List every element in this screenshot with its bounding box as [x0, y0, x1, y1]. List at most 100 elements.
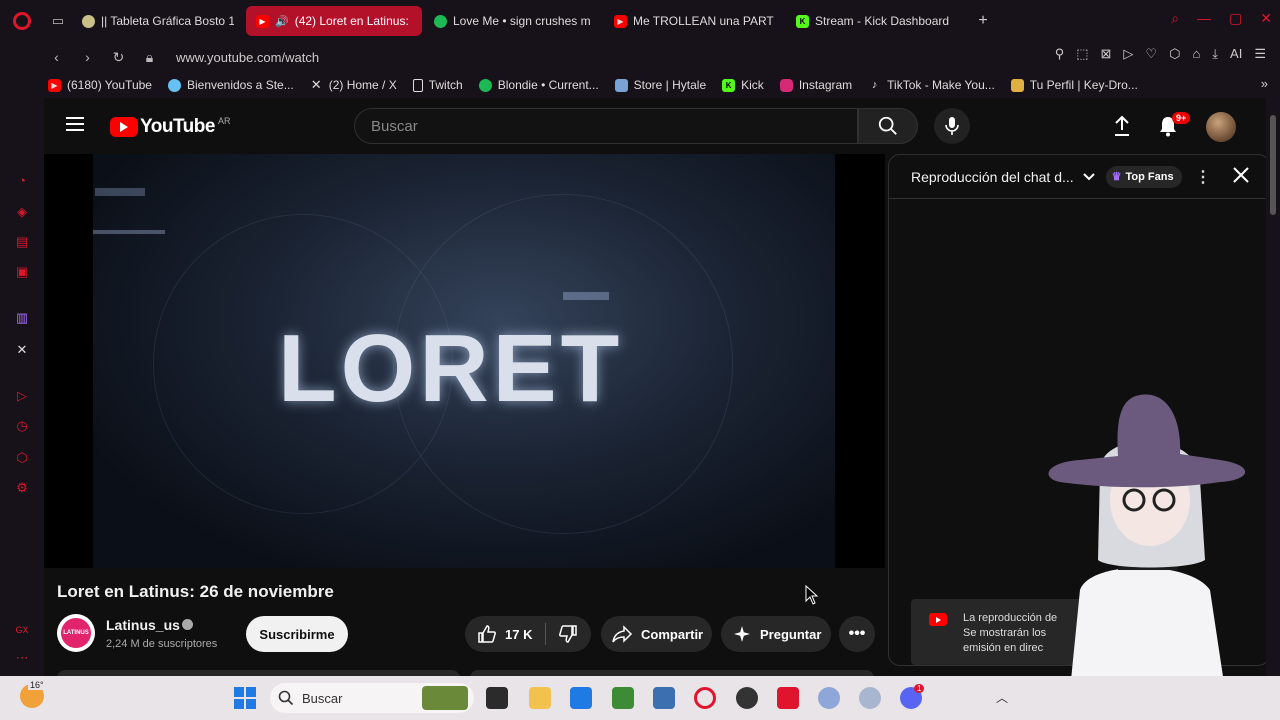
photos-icon[interactable] [653, 687, 675, 709]
youtube-icon: ▶ [48, 78, 61, 92]
chevron-down-icon[interactable] [1082, 172, 1096, 182]
temperature: 16° [28, 680, 46, 690]
app-icon[interactable] [859, 687, 881, 709]
bookmark-keydrop[interactable]: Tu Perfil | Key-Dro... [1010, 78, 1138, 92]
more-actions-button[interactable]: ••• [839, 616, 875, 652]
glitch-block [563, 292, 609, 300]
play-icon[interactable]: ▷ [1123, 46, 1133, 62]
bookmarks-overflow-icon[interactable]: » [1261, 76, 1268, 91]
youtube-logo[interactable]: YouTube AR [110, 116, 230, 138]
messenger-icon[interactable]: ▤ [14, 234, 30, 250]
channel-name[interactable]: Latinus_us [106, 617, 180, 633]
download-icon[interactable]: ⤓ [1212, 46, 1218, 62]
taskbar-search[interactable]: Buscar [270, 683, 474, 713]
bookmark-label: Tu Perfil | Key-Dro... [1029, 78, 1138, 92]
microsoft-store-icon[interactable] [570, 687, 592, 709]
tab-youtube-trollean[interactable]: ▶ Me TROLLEAN una PARTII [604, 6, 784, 36]
tab-tableta[interactable]: || Tableta Gráfica Bosto 12 [72, 6, 244, 36]
like-button[interactable]: 17 K [465, 616, 545, 652]
bookmark-youtube[interactable]: ▶ (6180) YouTube [48, 78, 152, 92]
like-count: 17 K [505, 626, 533, 642]
forward-button[interactable]: › [75, 45, 100, 69]
create-button[interactable] [1110, 114, 1134, 138]
tab-label: Me TROLLEAN una PARTII [633, 14, 774, 28]
bookmark-twitch[interactable]: Twitch [412, 78, 463, 92]
tab-kick-dashboard[interactable]: K Stream - Kick Dashboard [786, 6, 962, 36]
task-view-icon[interactable] [486, 687, 508, 709]
tab-loret-youtube[interactable]: ▶ 🔊 (42) Loret en Latinus: [246, 6, 422, 36]
search-input[interactable]: Buscar [354, 108, 858, 144]
snapshot-icon[interactable]: ⬚ [1076, 46, 1088, 62]
bookmark-kick[interactable]: K Kick [722, 78, 764, 92]
bookmark-instagram[interactable]: Instagram [779, 78, 852, 92]
channel-avatar[interactable]: LATINUS [57, 614, 95, 652]
music-player-icon[interactable]: ▣ [14, 264, 30, 280]
hamburger-menu-icon[interactable] [66, 117, 84, 131]
easy-setup-icon[interactable]: ☰ [1254, 46, 1266, 62]
top-fans-filter-button[interactable]: ♛ Top Fans [1105, 165, 1182, 188]
twitch-icon[interactable]: ▥ [14, 310, 30, 326]
youtube-wordmark: YouTube [140, 116, 215, 137]
tray-overflow-icon[interactable]: ︿ [996, 689, 1008, 706]
tab-spotify[interactable]: Love Me • sign crushes m [424, 6, 602, 36]
pin-icon[interactable]: ⚲ [1055, 46, 1065, 62]
minecraft-icon[interactable] [612, 687, 634, 709]
bookmark-x[interactable]: ✕ (2) Home / X [310, 77, 397, 92]
extensions-sidebar-icon[interactable]: ⬡ [14, 450, 30, 466]
bookmark-tiktok[interactable]: ♪ TikTok - Make You... [868, 78, 995, 92]
vpn-icon[interactable]: ⌂ [1192, 46, 1200, 62]
bookmark-label: Blondie • Current... [497, 78, 599, 92]
video-player[interactable]: LORET [44, 154, 885, 568]
app-icon[interactable] [818, 687, 840, 709]
sidebar-more-icon[interactable]: ⋯ [14, 650, 30, 666]
obs-icon[interactable] [736, 687, 758, 709]
opera-menu-button[interactable] [0, 0, 44, 42]
tiktok-live-icon[interactable] [777, 687, 799, 709]
heart-icon[interactable]: ♡ [1145, 46, 1157, 62]
player-icon[interactable]: ▷ [14, 388, 30, 404]
close-window-button[interactable]: ✕ [1260, 10, 1272, 27]
adblock-icon[interactable]: ⊠ [1101, 46, 1112, 62]
minimize-button[interactable]: — [1197, 10, 1211, 27]
account-avatar[interactable] [1206, 112, 1236, 142]
speaker-icon[interactable]: 🔊 [275, 15, 289, 28]
ask-button[interactable]: Preguntar [721, 616, 831, 652]
page-scrollbar-thumb[interactable] [1270, 115, 1276, 215]
close-icon[interactable] [1231, 165, 1251, 185]
settings-icon[interactable]: ⚙ [14, 480, 30, 496]
tab-label: (42) Loret en Latinus: [294, 14, 409, 28]
reload-button[interactable]: ↻ [106, 45, 131, 69]
aria-icon[interactable]: ◔ [14, 172, 30, 188]
file-explorer-icon[interactable] [529, 687, 551, 709]
share-button[interactable]: Compartir [601, 616, 712, 652]
opera-gx-icon[interactable] [694, 687, 716, 709]
bookmark-hytale[interactable]: Store | Hytale [614, 78, 706, 92]
maximize-button[interactable]: ▢ [1229, 10, 1242, 27]
crypto-wallet-icon[interactable]: ◈ [14, 204, 30, 220]
search-button[interactable] [858, 108, 918, 144]
windows-start-button[interactable] [234, 687, 256, 709]
dislike-button[interactable] [546, 616, 590, 652]
taskbar-search-label: Buscar [302, 690, 343, 706]
gx-icon[interactable]: GX [14, 622, 30, 638]
url-field[interactable]: www.youtube.com/watch [176, 50, 319, 65]
bookmark-steam[interactable]: Bienvenidos a Ste... [167, 78, 294, 92]
glitch-line [93, 230, 165, 234]
thumbs-down-icon [559, 625, 577, 643]
instagram-icon [779, 78, 793, 92]
subscribe-button[interactable]: Suscribirme [246, 616, 348, 652]
back-button[interactable]: ‹ [44, 45, 69, 69]
aria-ai-button[interactable]: AI [1230, 46, 1242, 62]
history-icon[interactable]: ◷ [14, 418, 30, 434]
opera-sidebar: ◔ ◈ ▤ ▣ ▥ ✕ ▷ ◷ ⬡ ⚙ GX ⋯ [0, 98, 44, 676]
country-code: AR [217, 116, 231, 126]
new-tab-button[interactable]: + [970, 8, 996, 34]
x-icon[interactable]: ✕ [14, 342, 30, 358]
extensions-icon[interactable]: ⬡ [1169, 46, 1180, 62]
chat-more-options-icon[interactable]: ⋮ [1195, 167, 1211, 187]
search-tabs-icon[interactable]: ⌕ [1171, 10, 1179, 27]
voice-search-button[interactable] [934, 108, 970, 144]
bookmark-spotify[interactable]: Blondie • Current... [478, 78, 599, 92]
workspaces-icon[interactable]: ▭ [44, 0, 72, 42]
crown-icon: ♛ [1111, 171, 1122, 183]
